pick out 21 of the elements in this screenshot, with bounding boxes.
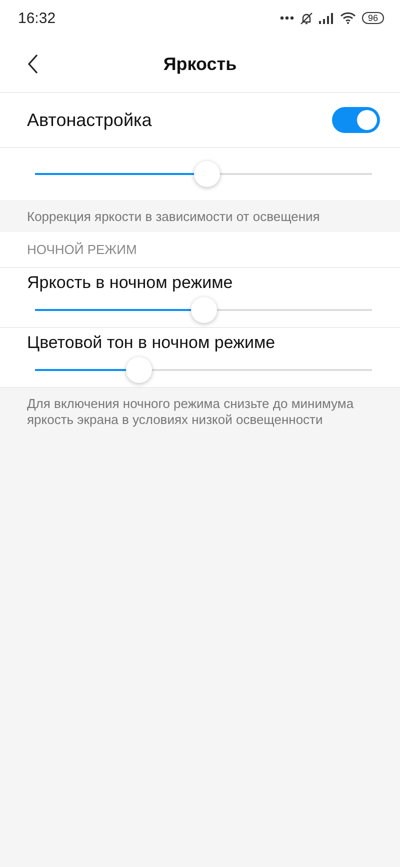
- slider[interactable]: [35, 356, 372, 384]
- caption-text: Коррекция яркости в зависимости от освещения: [27, 209, 320, 224]
- setting-label: Яркость в ночном режиме: [26, 273, 234, 293]
- status-time: 16:32: [18, 10, 56, 26]
- toggle-switch[interactable]: [332, 107, 380, 133]
- slider-thumb[interactable]: [126, 357, 152, 383]
- footer-note: Для включения ночного режима снизьте до минимума яркость экрана в условиях низкой освещенности: [27, 396, 354, 427]
- signal-icon: [318, 12, 334, 24]
- section-title: НОЧНОЙ РЕЖИМ: [27, 242, 137, 257]
- battery-indicator: 96: [362, 12, 384, 24]
- slider-thumb[interactable]: [194, 161, 220, 187]
- slider-thumb[interactable]: [190, 297, 216, 323]
- muted-bell-icon: [300, 12, 313, 24]
- wifi-icon: [340, 12, 356, 24]
- setting-label: Автонастройка: [27, 110, 152, 130]
- slider[interactable]: [35, 296, 372, 324]
- slider[interactable]: [35, 160, 372, 188]
- setting-label: Цветовой тон в ночном режиме: [26, 333, 276, 353]
- back-icon[interactable]: [27, 54, 39, 74]
- more-dots-icon: [280, 16, 294, 20]
- page-title: Яркость: [163, 54, 237, 74]
